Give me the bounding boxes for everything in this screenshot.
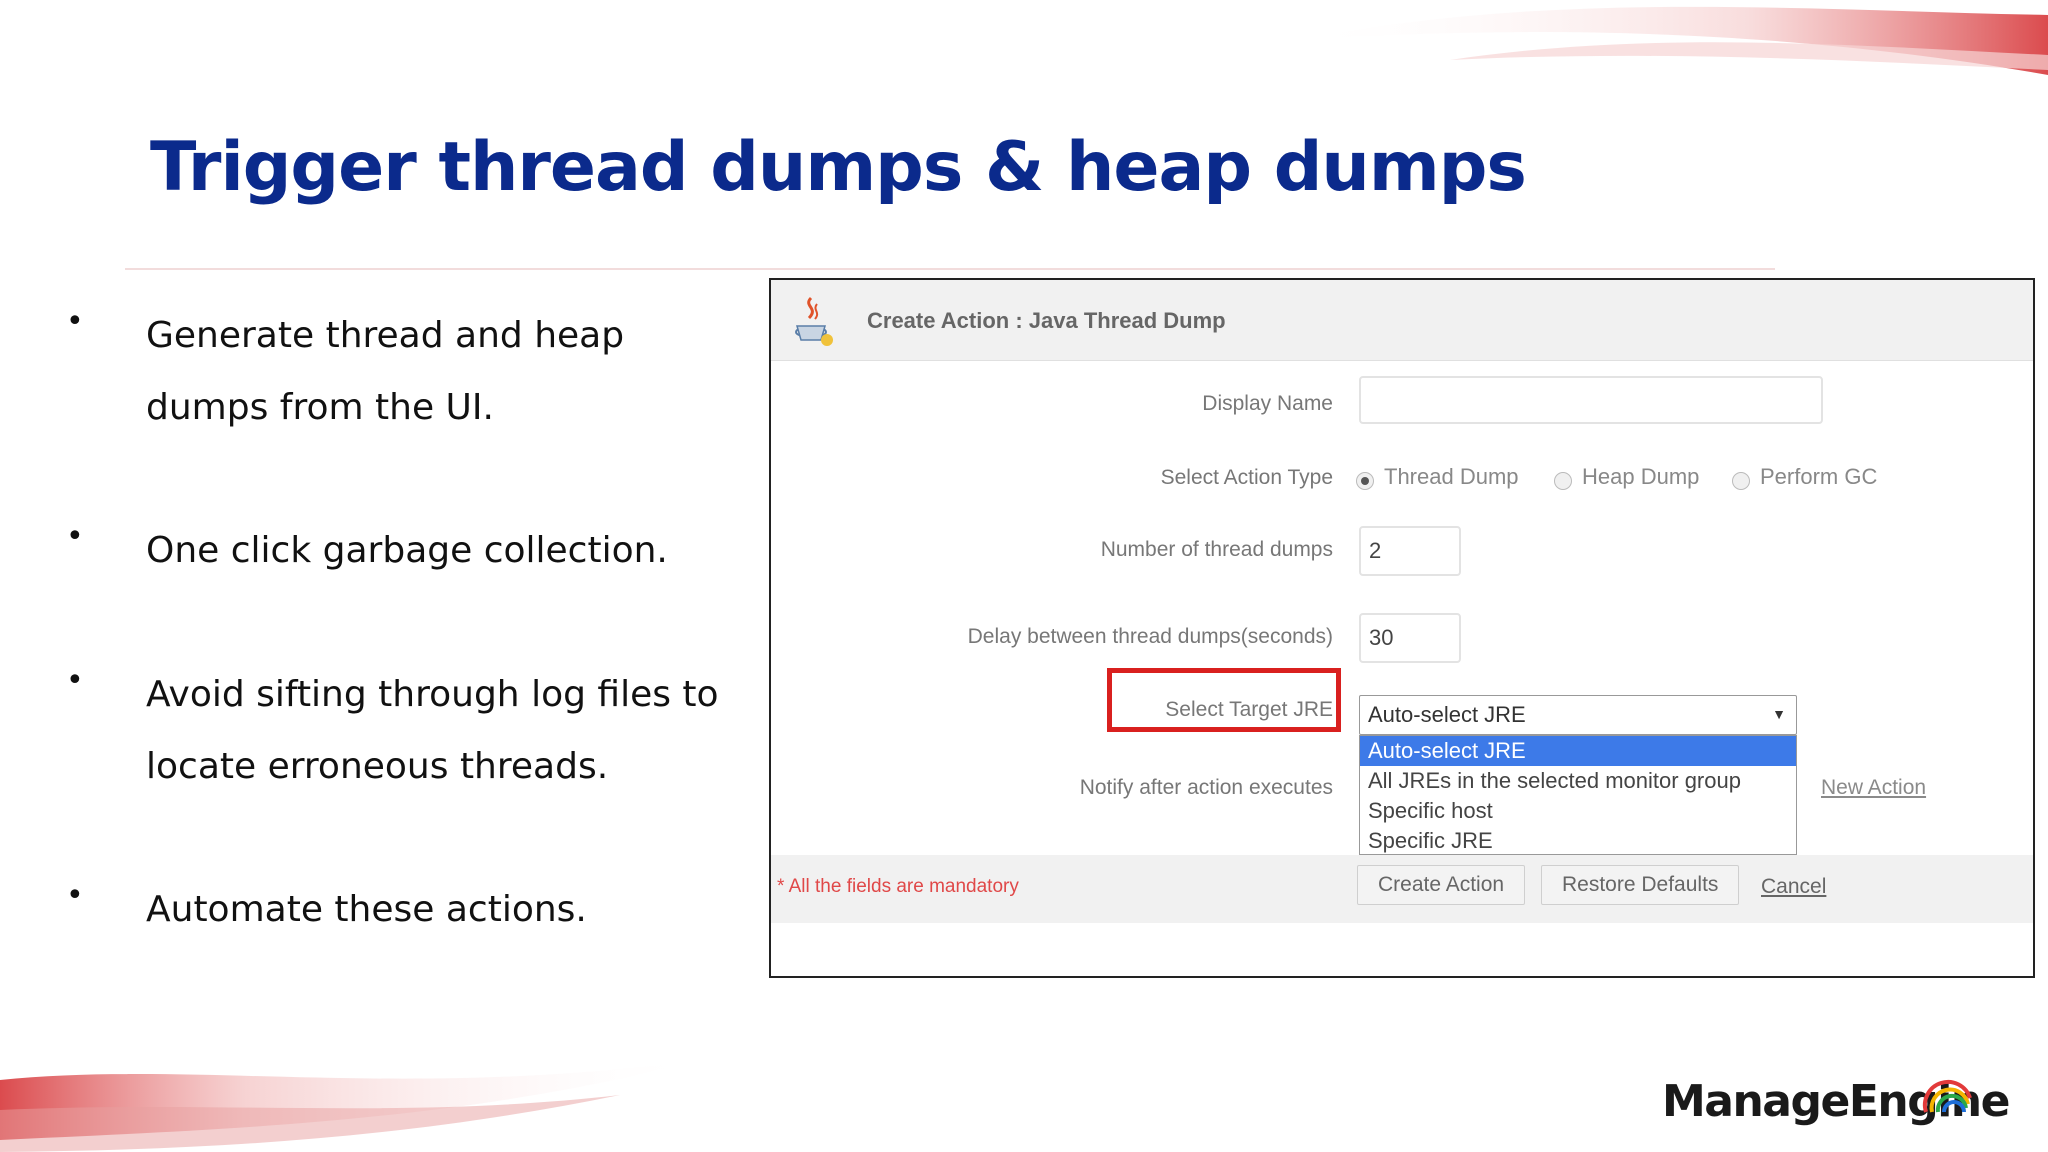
thread-dump-count-label: Number of thread dumps (1100, 538, 1333, 561)
select-value: Auto-select JRE (1368, 702, 1526, 727)
bullet-marker: • (66, 663, 84, 698)
display-name-label: Display Name (1202, 392, 1333, 415)
dropdown-option[interactable]: Specific JRE (1360, 826, 1796, 854)
dialog-header: Create Action : Java Thread Dump (771, 280, 2033, 361)
dropdown-option[interactable]: All JREs in the selected monitor group (1360, 766, 1796, 796)
highlight-box (1107, 668, 1341, 732)
restore-defaults-button[interactable]: Restore Defaults (1541, 865, 1740, 905)
java-cup-icon (795, 296, 833, 346)
bullet-marker: • (66, 304, 84, 339)
bullet-text: Automate these actions. (146, 889, 587, 930)
bullet-marker: • (66, 519, 84, 554)
rainbow-arcs-icon (1922, 1079, 1972, 1113)
bullet-marker: • (66, 878, 84, 913)
dropdown-option[interactable]: Specific host (1360, 796, 1796, 826)
bullet-text: One click garbage collection. (146, 530, 668, 571)
bullet-text: Generate thread and heap dumps from the … (146, 315, 625, 428)
delay-input[interactable]: 30 (1359, 613, 1461, 663)
create-action-button[interactable]: Create Action (1357, 865, 1526, 905)
radio-checked-icon (1356, 472, 1374, 490)
radio-unchecked-icon (1732, 472, 1750, 490)
cancel-link[interactable]: Cancel (1761, 875, 1826, 899)
dialog-footer: * All the fields are mandatory Create Ac… (771, 855, 2033, 923)
dropdown-option[interactable]: Auto-select JRE (1360, 736, 1796, 766)
create-action-dialog: Create Action : Java Thread Dump Display… (769, 278, 2035, 978)
radio-unchecked-icon (1554, 472, 1572, 490)
slide-title: Trigger thread dumps & heap dumps (150, 128, 1527, 207)
mandatory-note: * All the fields are mandatory (777, 876, 1019, 897)
thread-dump-count-input[interactable]: 2 (1359, 526, 1461, 576)
bullet-text: Avoid sifting through log files to locat… (146, 674, 719, 787)
delay-label: Delay between thread dumps(seconds) (967, 625, 1333, 648)
target-jre-dropdown: Auto-select JRE All JREs in the selected… (1359, 735, 1797, 855)
title-divider (125, 268, 1775, 270)
radio-label: Heap Dump (1582, 464, 1700, 489)
display-name-input[interactable] (1359, 376, 1823, 424)
chevron-down-icon: ▼ (1772, 706, 1786, 722)
new-action-link[interactable]: New Action (1821, 776, 1926, 800)
radio-label: Perform GC (1760, 464, 1878, 489)
target-jre-select[interactable]: Auto-select JRE ▼ (1359, 695, 1797, 735)
radio-label: Thread Dump (1384, 464, 1519, 489)
manageengine-logo: ManageEngine (1662, 1068, 2010, 1138)
dialog-title: Create Action : Java Thread Dump (867, 308, 1226, 333)
notify-label: Notify after action executes (1079, 776, 1333, 799)
action-type-label: Select Action Type (1160, 466, 1333, 489)
